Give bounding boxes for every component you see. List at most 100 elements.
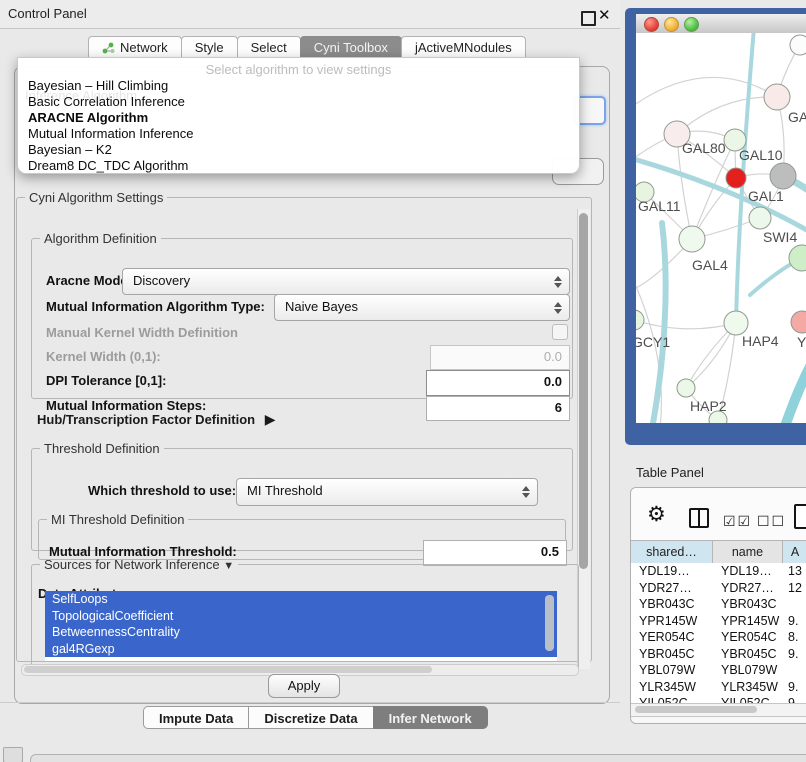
hub-definition-label: Hub/Transcription Factor Definition	[37, 412, 255, 427]
table-row[interactable]: YDR27…YDR27…12	[631, 580, 806, 597]
tab-select[interactable]: Select	[237, 36, 301, 58]
column-header-name[interactable]: name	[713, 541, 783, 563]
network-node[interactable]	[636, 310, 644, 330]
table-row[interactable]: YDL19…YDL19…13	[631, 563, 806, 580]
table-cell: YLR345W	[713, 679, 783, 696]
apply-button[interactable]: Apply	[268, 674, 340, 698]
column-view-icon[interactable]	[689, 508, 709, 528]
app-root: Control Panel ✕ Network Style Select Cyni T…	[0, 0, 806, 762]
network-node[interactable]	[789, 245, 806, 271]
select-all-icon[interactable]: ☑☑	[723, 513, 752, 530]
tab-jactivemnodules[interactable]: jActiveMNodules	[401, 36, 526, 58]
attributes-scrollbar-thumb[interactable]	[545, 595, 554, 651]
settings-gear-icon[interactable]: ⚙	[647, 502, 666, 527]
manual-kernel-checkbox[interactable]	[552, 324, 568, 340]
hub-definition-toggle[interactable]: Hub/Transcription Factor Definition ▶	[37, 411, 276, 428]
deselect-all-icon[interactable]: ☐☐	[757, 513, 786, 530]
chevron-down-icon[interactable]: ▼	[223, 560, 234, 572]
control-panel-title: Control Panel	[8, 6, 87, 21]
algorithm-option[interactable]: Dream8 DC_TDC Algorithm	[28, 158, 568, 174]
minimize-traffic-light-icon[interactable]	[664, 17, 679, 32]
network-node[interactable]	[770, 163, 796, 189]
stepper-icon	[554, 302, 562, 314]
network-canvas[interactable]: GALGAL80GAL10GAL1GAL11GAL4SWI4GCY1HAP4YH…	[636, 33, 806, 423]
network-node[interactable]	[791, 311, 806, 333]
export-table-icon[interactable]	[794, 504, 806, 529]
table-horizontal-scrollbar[interactable]	[631, 703, 806, 717]
table-hscrollbar-thumb[interactable]	[635, 706, 757, 713]
network-node[interactable]	[724, 311, 748, 335]
table-cell: 9.	[783, 646, 806, 663]
table-cell: YDL19…	[631, 563, 713, 580]
tab-network[interactable]: Network	[88, 36, 182, 58]
network-node[interactable]	[764, 84, 790, 110]
settings-hscrollbar-thumb[interactable]	[24, 666, 432, 673]
network-node[interactable]	[679, 226, 705, 252]
mi-steps-field[interactable]: 6	[426, 396, 570, 421]
network-edge[interactable]	[636, 77, 777, 108]
algorithm-option[interactable]: Bayesian – K2	[28, 142, 568, 158]
data-attribute-item[interactable]: TopologicalCoefficient	[45, 608, 557, 625]
threshold-definition-title: Threshold Definition	[40, 441, 164, 456]
network-edge[interactable]	[677, 97, 777, 134]
table-header: shared… name A	[631, 540, 806, 564]
network-node[interactable]	[726, 168, 746, 188]
network-view-window: GALGAL80GAL10GAL1GAL11GAL4SWI4GCY1HAP4YH…	[625, 8, 806, 445]
close-traffic-light-icon[interactable]	[644, 17, 659, 32]
settings-scrollbar-thumb[interactable]	[579, 213, 588, 569]
table-row[interactable]: YLR345WYLR345W9.	[631, 679, 806, 696]
algorithm-option[interactable]: Mutual Information Inference	[28, 126, 568, 142]
network-edge[interactable]	[652, 223, 666, 423]
network-node[interactable]	[749, 207, 771, 229]
network-node[interactable]	[790, 35, 806, 55]
bottom-tab-infer-network[interactable]: Infer Network	[373, 706, 488, 729]
which-threshold-select[interactable]: MI Threshold	[236, 478, 538, 506]
network-edge[interactable]	[784, 359, 806, 423]
data-attribute-item[interactable]: gal4RGexp	[45, 641, 557, 658]
network-node[interactable]	[677, 379, 695, 397]
aracne-mode-select[interactable]: Discovery	[122, 268, 570, 295]
table-row[interactable]: YER054CYER054C8.	[631, 629, 806, 646]
table-cell: 9.	[783, 613, 806, 630]
algorithm-option[interactable]: Basic Correlation Inference	[28, 94, 568, 110]
sources-title: Sources for Network Inference ▼	[40, 557, 238, 572]
table-cell: YIL052C	[631, 695, 713, 703]
table-cell: 12	[783, 580, 806, 597]
network-node-label: GAL11	[638, 198, 681, 214]
table-cell: YBR043C	[631, 596, 713, 613]
zoom-traffic-light-icon[interactable]	[684, 17, 699, 32]
algorithm-list: Bayesian – Hill ClimbingBasic Correlatio…	[28, 78, 568, 174]
close-icon[interactable]: ✕	[598, 6, 611, 24]
algorithm-option[interactable]: ARACNE Algorithm	[28, 110, 568, 126]
algorithm-definition-title: Algorithm Definition	[40, 231, 161, 246]
bottom-tab-discretize-data[interactable]: Discretize Data	[248, 706, 373, 729]
data-attribute-item[interactable]: SelfLoops	[45, 591, 557, 608]
column-header-shared-name[interactable]: shared…	[631, 541, 713, 563]
algorithm-option[interactable]: Bayesian – Hill Climbing	[28, 78, 568, 94]
dpi-tolerance-field[interactable]: 0.0	[426, 370, 570, 396]
tab-label: Select	[251, 40, 287, 55]
table-row[interactable]: YPR145WYPR145W9.	[631, 613, 806, 630]
data-attribute-item[interactable]: BetweennessCentrality	[45, 624, 557, 641]
column-header-partial[interactable]: A	[783, 541, 806, 563]
table-row[interactable]: YBL079WYBL079W	[631, 662, 806, 679]
mi-type-select[interactable]: Naive Bayes	[274, 294, 570, 321]
table-cell: YBL079W	[713, 662, 783, 679]
data-attributes-list[interactable]: SelfLoopsTopologicalCoefficientBetweenne…	[45, 591, 557, 661]
table-cell: YBR045C	[713, 646, 783, 663]
table-row[interactable]: YBR043CYBR043C	[631, 596, 806, 613]
float-window-icon[interactable]	[581, 11, 596, 26]
tab-style[interactable]: Style	[181, 36, 238, 58]
kernel-width-field[interactable]: 0.0	[430, 345, 570, 370]
network-window-titlebar[interactable]	[636, 14, 806, 34]
collapsed-panel-icon[interactable]	[3, 747, 23, 762]
table-row[interactable]: YBR045CYBR045C9.	[631, 646, 806, 663]
bottom-tab-impute-data[interactable]: Impute Data	[143, 706, 249, 729]
tab-label: Style	[195, 40, 224, 55]
aracne-mode-label: Aracne Mode:	[46, 273, 132, 288]
tab-cyni-toolbox[interactable]: Cyni Toolbox	[300, 36, 402, 58]
table-row[interactable]: YIL052CYIL052C9	[631, 695, 806, 703]
table-panel-title: Table Panel	[636, 465, 704, 480]
bottom-panel-edge	[30, 754, 806, 762]
kernel-width-label: Kernel Width (0,1):	[46, 349, 161, 364]
